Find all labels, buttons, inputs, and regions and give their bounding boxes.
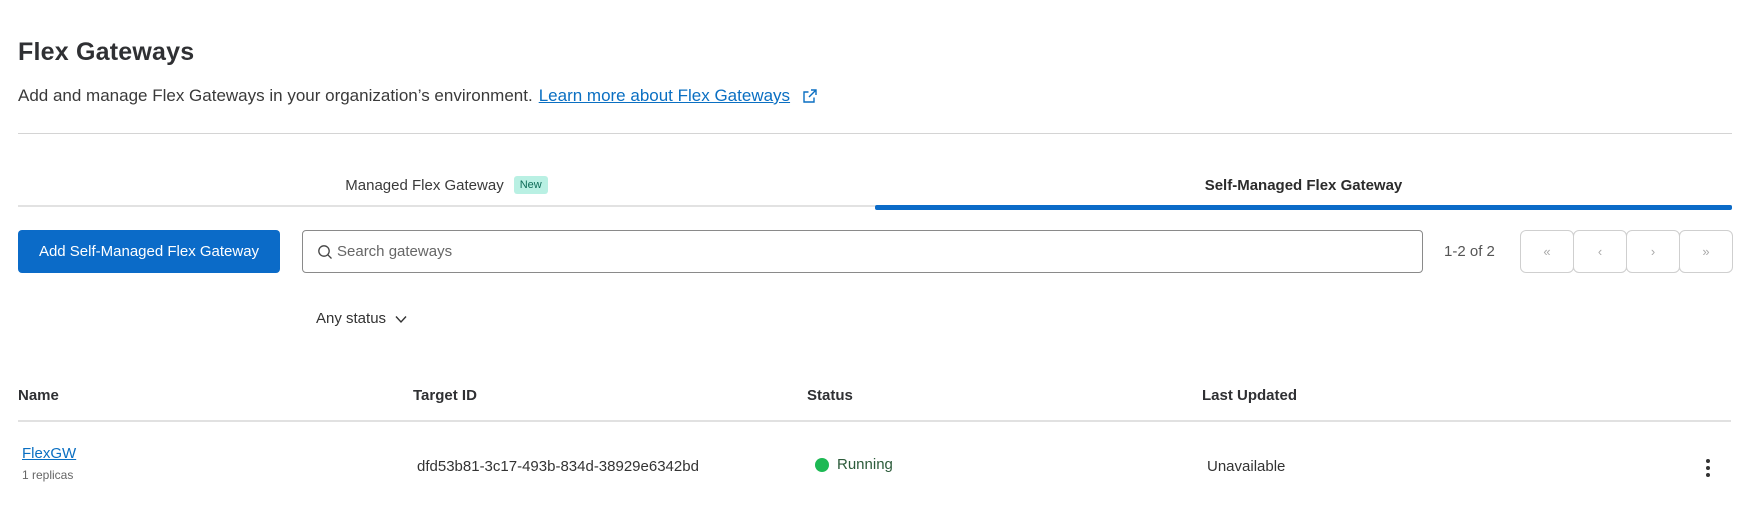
kebab-menu-icon[interactable] <box>1700 456 1716 480</box>
column-header-status: Status <box>807 387 853 404</box>
tab-label: Self-Managed Flex Gateway <box>1204 176 1403 194</box>
tab-label: Managed Flex Gateway <box>345 176 504 194</box>
status-dot-icon <box>815 457 829 472</box>
search-input[interactable] <box>337 243 1387 260</box>
status-text: Running <box>837 456 893 473</box>
table-row: FlexGW 1 replicas dfd53b81-3c17-493b-834… <box>0 440 1742 506</box>
replicas-count: 1 replicas <box>22 468 74 482</box>
target-id-cell: dfd53b81-3c17-493b-834d-38929e6342bd <box>417 458 699 475</box>
header-divider <box>18 133 1732 134</box>
tab-managed-flex-gateway[interactable]: Managed Flex Gateway New <box>18 164 875 206</box>
gateway-name-link[interactable]: FlexGW <box>22 445 76 462</box>
add-self-managed-gateway-button[interactable]: Add Self-Managed Flex Gateway <box>18 230 280 273</box>
kebab-dot <box>1706 466 1710 470</box>
page-subtitle: Add and manage Flex Gateways in your org… <box>18 86 818 106</box>
kebab-dot <box>1706 459 1710 463</box>
column-header-name: Name <box>18 387 59 404</box>
column-header-target-id: Target ID <box>413 387 477 404</box>
pagination-count: 1-2 of 2 <box>1444 243 1495 260</box>
gateway-tabs: Managed Flex Gateway New Self-Managed Fl… <box>18 164 1732 210</box>
search-box[interactable] <box>302 230 1423 273</box>
kebab-dot <box>1706 473 1710 477</box>
last-updated-cell: Unavailable <box>1207 458 1286 475</box>
active-tab-indicator <box>875 205 1732 210</box>
column-header-last-updated: Last Updated <box>1202 387 1298 404</box>
status-filter-label: Any status <box>316 310 387 327</box>
gateway-name-cell: FlexGW 1 replicas <box>22 445 76 482</box>
tab-self-managed-flex-gateway[interactable]: Self-Managed Flex Gateway <box>875 164 1732 206</box>
page-title: Flex Gateways <box>18 38 195 66</box>
next-page-button[interactable]: › <box>1626 230 1680 273</box>
last-page-button[interactable]: » <box>1679 230 1733 273</box>
search-icon <box>318 244 332 259</box>
external-link-icon[interactable] <box>802 88 818 104</box>
status-cell: Running <box>815 456 893 473</box>
chevron-down-icon <box>395 315 407 323</box>
learn-more-link[interactable]: Learn more about Flex Gateways <box>539 86 790 106</box>
subtitle-text: Add and manage Flex Gateways in your org… <box>18 86 533 105</box>
table-header-divider <box>18 420 1731 422</box>
new-badge: New <box>513 176 548 194</box>
previous-page-button[interactable]: ‹ <box>1573 230 1627 273</box>
first-page-button[interactable]: « <box>1520 230 1574 273</box>
status-filter-dropdown[interactable]: Any status <box>316 310 408 327</box>
